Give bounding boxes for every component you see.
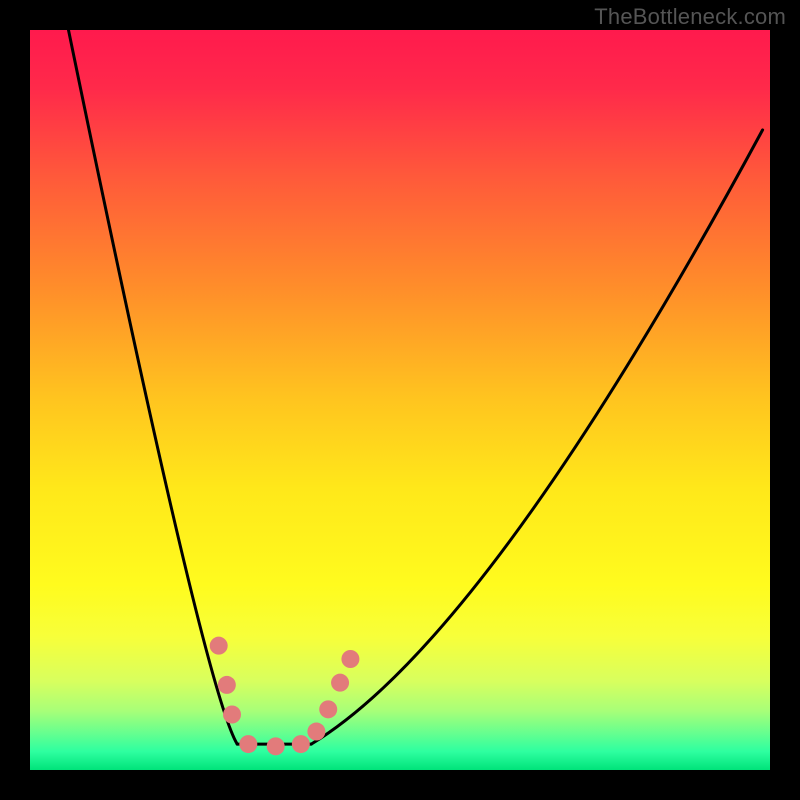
marker-point bbox=[319, 700, 337, 718]
marker-point bbox=[307, 723, 325, 741]
plot-area bbox=[30, 30, 770, 770]
marker-point bbox=[218, 676, 236, 694]
watermark-text: TheBottleneck.com bbox=[594, 4, 786, 30]
marker-group bbox=[210, 637, 360, 756]
marker-point bbox=[341, 650, 359, 668]
marker-point bbox=[292, 735, 310, 753]
marker-point bbox=[267, 737, 285, 755]
marker-point bbox=[223, 706, 241, 724]
chart-frame: TheBottleneck.com bbox=[0, 0, 800, 800]
curve-right bbox=[311, 130, 762, 744]
bottleneck-curve bbox=[30, 30, 770, 770]
marker-point bbox=[239, 735, 257, 753]
curve-left bbox=[68, 30, 237, 744]
marker-point bbox=[331, 674, 349, 692]
marker-point bbox=[210, 637, 228, 655]
